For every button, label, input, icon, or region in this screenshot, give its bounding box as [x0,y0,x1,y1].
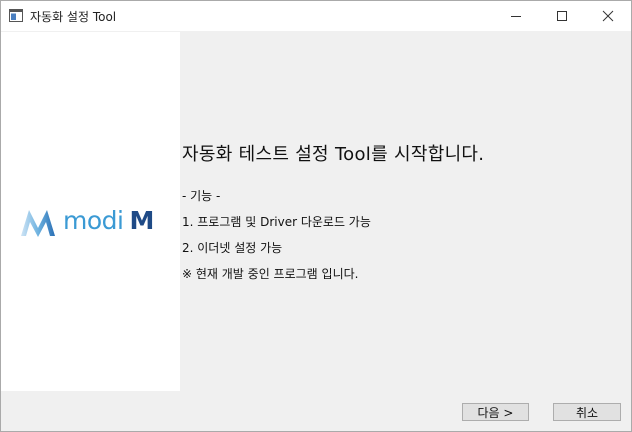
maximize-button[interactable] [539,1,585,31]
next-button[interactable]: 다음 > [462,403,529,421]
app-window-icon [9,9,23,22]
feature-item-download: 1. 프로그램 및 Driver 다운로드 가능 [182,215,371,229]
features-header: - 기능 - [182,189,221,203]
modim-logo: modi M [19,204,164,240]
maximize-icon [557,11,567,21]
logo-letter: M [129,206,154,235]
development-notice: ※ 현재 개발 중인 프로그램 입니다. [182,267,359,281]
window-title: 자동화 설정 Tool [30,10,117,24]
feature-item-ethernet: 2. 이더넷 설정 가능 [182,241,283,255]
logo-wordmark: modi M [63,206,154,236]
title-bar[interactable]: 자동화 설정 Tool [1,1,631,31]
close-button[interactable] [585,1,631,31]
minimize-button[interactable] [493,1,539,31]
cancel-button[interactable]: 취소 [553,403,621,421]
wizard-sidebar: modi M [1,32,180,391]
installer-window: 자동화 설정 Tool modi M 자동화 테스트 설정 Tool를 시작합니… [0,0,632,432]
wizard-content: 자동화 테스트 설정 Tool를 시작합니다. - 기능 - 1. 프로그램 및… [182,32,622,391]
minimize-icon [511,16,521,17]
welcome-heading: 자동화 테스트 설정 Tool를 시작합니다. [182,144,485,165]
close-icon [602,10,614,22]
logo-mark-icon [21,210,55,237]
logo-text: modi [63,206,124,235]
